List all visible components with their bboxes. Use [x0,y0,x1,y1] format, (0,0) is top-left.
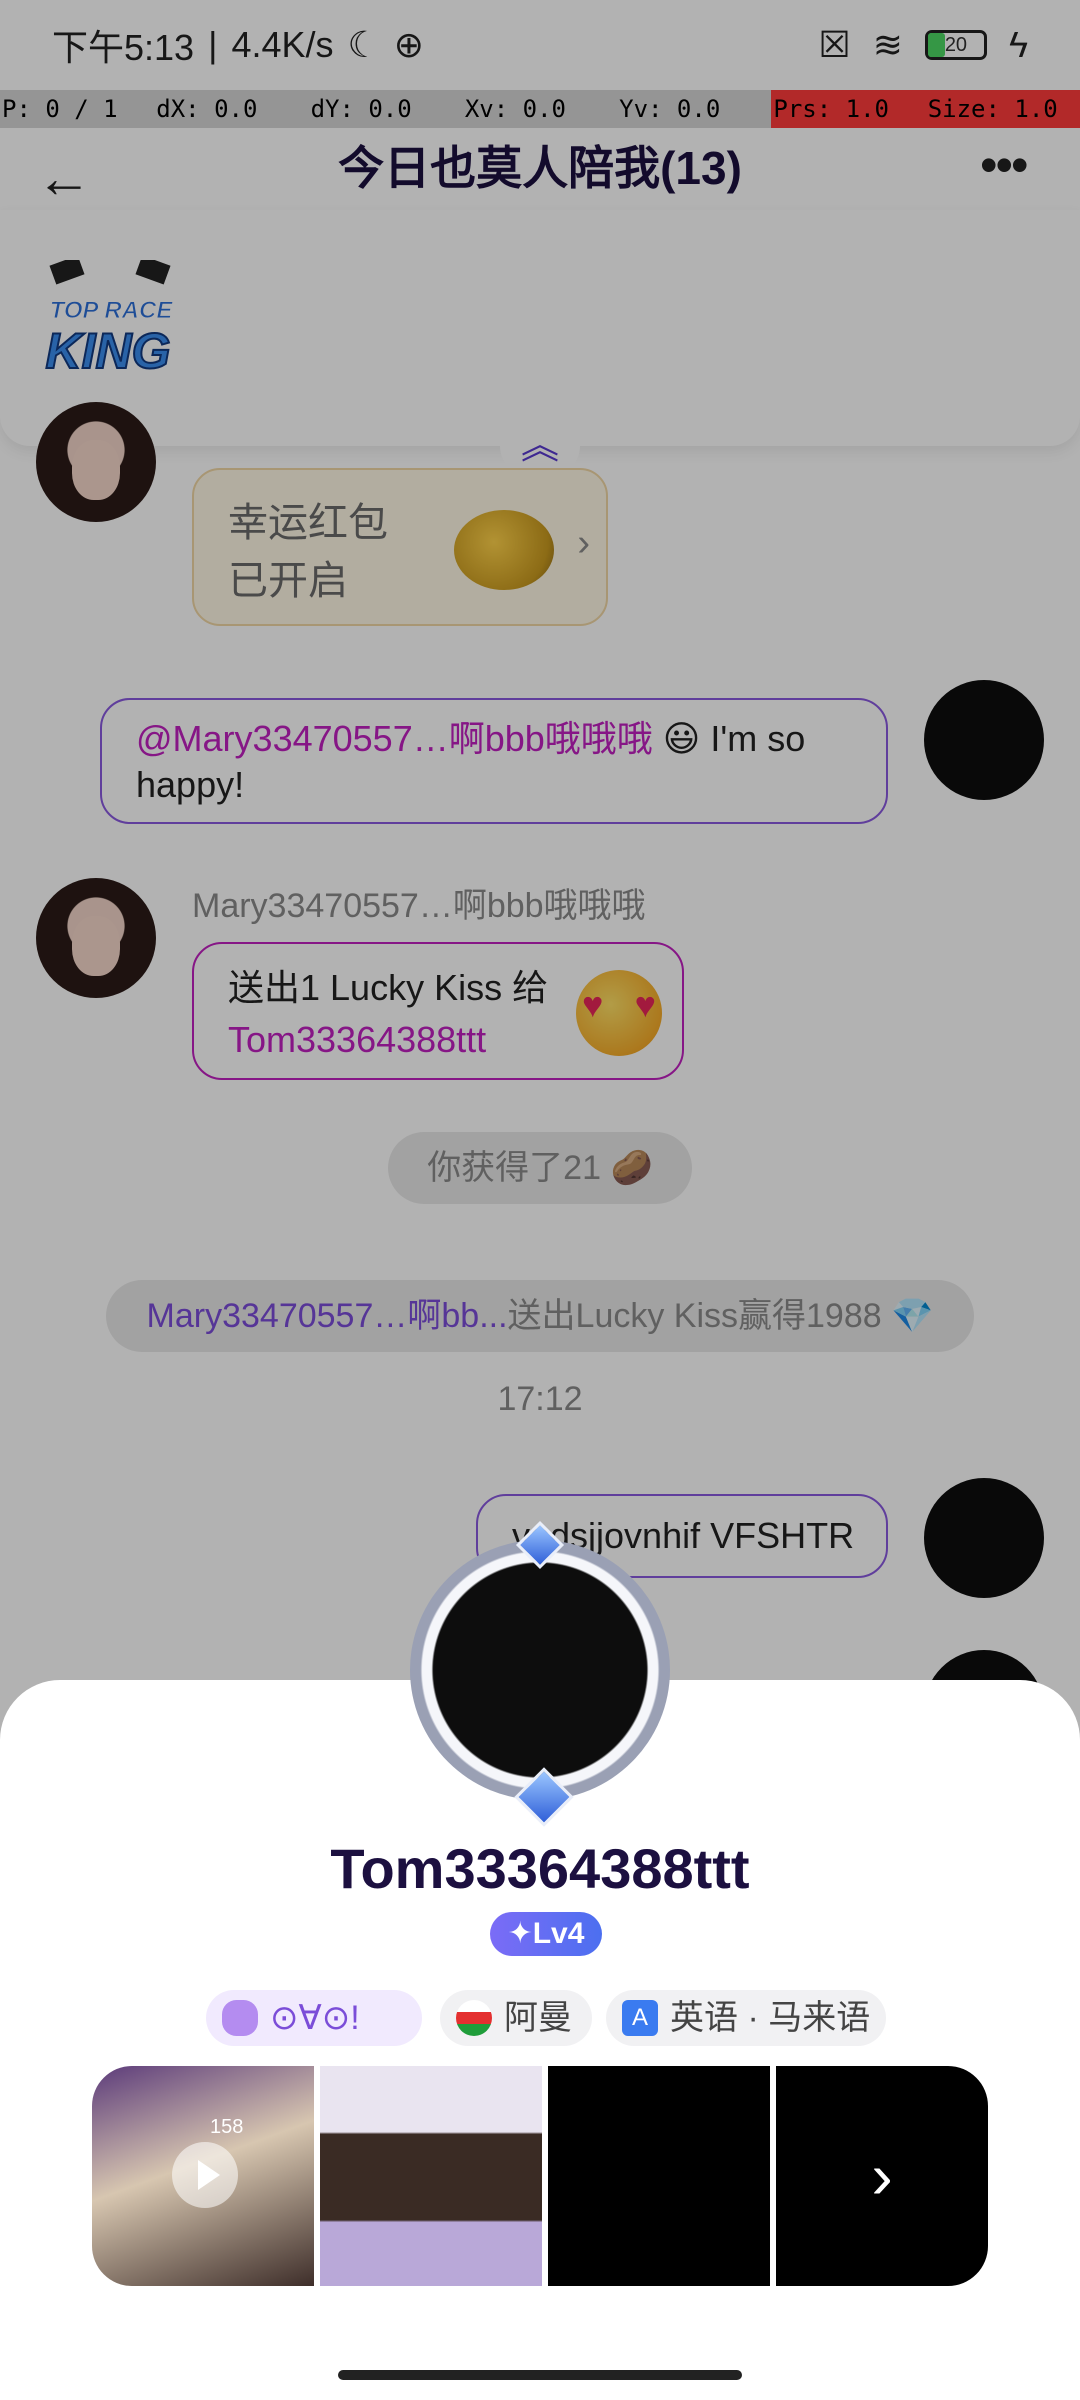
language-tag[interactable]: A 英语 · 马来语 [606,1990,886,2046]
country-tag[interactable]: 阿曼 [440,1990,592,2046]
avatar [410,1540,670,1800]
level-badge: ✦Lv4 [490,1912,602,1956]
view-count: 158 [210,2116,244,2138]
mood-icon [222,2000,258,2036]
chevron-right-icon[interactable]: › [776,2066,988,2286]
avatar-frame[interactable] [404,1520,676,1827]
mood-tag[interactable]: ⊙∀⊙! [206,1990,422,2046]
oman-flag-icon [456,2000,492,2036]
translate-icon: A [622,2000,658,2036]
gallery-live-video[interactable]: 158 [92,2066,314,2286]
profile-username: Tom33364388ttt [330,1837,750,1900]
gallery-photo[interactable] [548,2066,770,2286]
profile-gallery: 158 › [92,2066,988,2286]
gallery-photo[interactable] [320,2066,542,2286]
play-icon[interactable] [172,2142,238,2208]
home-indicator[interactable] [338,2370,742,2380]
